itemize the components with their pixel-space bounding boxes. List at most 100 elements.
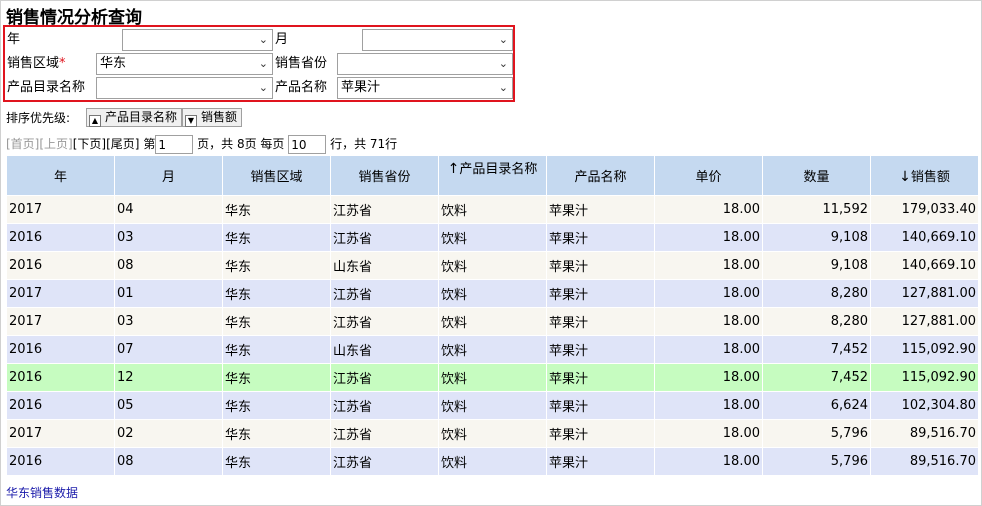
table-row[interactable]: 2016 07 华东 山东省 饮料 苹果汁 18.00 7,452 115,092.90 [6,335,979,364]
region-select-value: 华东 [100,56,127,71]
region-select[interactable]: 华东 ⌄ [96,53,273,75]
column-header-label: 数量 [803,170,830,185]
page-suffix: 页，共 8页 每页 [197,137,285,151]
chevron-down-icon: ⌄ [258,57,268,70]
column-header[interactable]: 销售省份 [330,155,439,196]
column-header-label: 销售区域 [250,170,303,185]
table-cell: 饮料 [438,307,547,336]
table-cell: 2017 [6,279,115,308]
sort-up-icon: ↑ [447,161,460,177]
total-text: 行，共 71行 [330,137,398,151]
column-header[interactable]: 单价 [654,155,763,196]
table-cell: 江苏省 [330,363,439,392]
table-cell: 江苏省 [330,195,439,224]
table-cell: 2016 [6,447,115,476]
column-header-label: 销售额 [910,170,950,185]
province-select[interactable]: ⌄ [337,53,513,75]
chevron-down-icon: ⌄ [258,81,268,94]
first-page-link[interactable]: [首页] [6,137,39,151]
table-row[interactable]: 2017 02 华东 江苏省 饮料 苹果汁 18.00 5,796 89,516.70 [6,419,979,448]
table-cell: 2016 [6,251,115,280]
table-cell: 饮料 [438,223,547,252]
column-header[interactable]: 年 [6,155,115,196]
table-cell: 饮料 [438,251,547,280]
catalog-select[interactable]: ⌄ [96,77,273,99]
table-cell: 7,452 [762,363,871,392]
table-cell: 饮料 [438,391,547,420]
per-page-input[interactable] [288,135,327,154]
prev-page-link[interactable]: [上页] [39,137,72,151]
column-header[interactable]: 月 [114,155,223,196]
table-cell: 2016 [6,223,115,252]
column-header[interactable]: 销售区域 [222,155,331,196]
product-label: 产品名称 [275,80,328,95]
table-cell: 华东 [222,251,331,280]
table-cell: 18.00 [654,419,763,448]
table-cell: 苹果汁 [546,419,655,448]
table-cell: 127,881.00 [870,279,979,308]
region-sales-link[interactable]: 华东销售数据 [6,484,78,501]
month-select[interactable]: ⌄ [362,29,513,51]
table-cell: 华东 [222,307,331,336]
table-cell: 18.00 [654,223,763,252]
table-cell: 05 [114,391,223,420]
table-cell: 饮料 [438,335,547,364]
sort-chip-catalog[interactable]: ▲ 产品目录名称 [86,108,183,127]
table-row[interactable]: 2016 03 华东 江苏省 饮料 苹果汁 18.00 9,108 140,669.10 [6,223,979,252]
table-cell: 华东 [222,223,331,252]
column-header-label: 月 [161,170,175,185]
table-cell: 18.00 [654,447,763,476]
table-cell: 9,108 [762,223,871,252]
pager: [首页][上页][下页][尾页] 第 页，共 8页 每页 行，共 71行 [6,134,397,154]
table-cell: 6,624 [762,391,871,420]
sort-asc-icon: ▲ [89,115,101,127]
table-row[interactable]: 2017 01 华东 江苏省 饮料 苹果汁 18.00 8,280 127,881.00 [6,279,979,308]
table-cell: 苹果汁 [546,307,655,336]
table-cell: 饮料 [438,419,547,448]
table-cell: 苹果汁 [546,447,655,476]
table-cell: 18.00 [654,335,763,364]
product-select[interactable]: 苹果汁 ⌄ [337,77,513,99]
table-cell: 苹果汁 [546,195,655,224]
table-row[interactable]: 2017 04 华东 江苏省 饮料 苹果汁 18.00 11,592 179,033.40 [6,195,979,224]
table-cell: 07 [114,335,223,364]
table-cell: 12 [114,363,223,392]
next-page-link[interactable]: [下页] [73,137,106,151]
region-label: 销售区域* [7,56,66,71]
table-row[interactable]: 2016 05 华东 江苏省 饮料 苹果汁 18.00 6,624 102,304.80 [6,391,979,420]
table-cell: 08 [114,447,223,476]
column-header[interactable]: 产品名称 [546,155,655,196]
table-cell: 华东 [222,195,331,224]
table-cell: 饮料 [438,279,547,308]
column-header[interactable]: 数量 [762,155,871,196]
table-row[interactable]: 2016 12 华东 江苏省 饮料 苹果汁 18.00 7,452 115,092.90 [6,363,979,392]
chevron-down-icon: ⌄ [498,57,508,70]
sort-chip-label: 产品目录名称 [105,110,178,124]
table-cell: 8,280 [762,307,871,336]
month-label: 月 [275,32,289,47]
table-header-row: 年 月 销售区域 销售省份 ↑产品目录名称 产品名称 单价 数量 ↓销售额 [6,155,979,196]
column-header[interactable]: ↑产品目录名称 [438,155,547,196]
chevron-down-icon: ⌄ [498,33,508,46]
table-cell: 江苏省 [330,391,439,420]
column-header[interactable]: ↓销售额 [870,155,979,196]
table-cell: 02 [114,419,223,448]
table-cell: 03 [114,307,223,336]
column-header-label: 销售省份 [358,170,411,185]
table-cell: 115,092.90 [870,335,979,364]
year-select[interactable]: ⌄ [122,29,273,51]
sort-chip-sales[interactable]: ▼ 销售额 [182,108,243,127]
table-cell: 8,280 [762,279,871,308]
table-cell: 山东省 [330,251,439,280]
table-row[interactable]: 2016 08 华东 江苏省 饮料 苹果汁 18.00 5,796 89,516.70 [6,447,979,476]
page-prefix: 第 [143,137,156,151]
table-cell: 03 [114,223,223,252]
product-select-value: 苹果汁 [341,80,381,95]
page-number-input[interactable] [155,135,194,154]
table-cell: 18.00 [654,251,763,280]
table-row[interactable]: 2016 08 华东 山东省 饮料 苹果汁 18.00 9,108 140,669.10 [6,251,979,280]
table-cell: 2017 [6,195,115,224]
table-row[interactable]: 2017 03 华东 江苏省 饮料 苹果汁 18.00 8,280 127,881.00 [6,307,979,336]
filter-panel: 年 ⌄ 月 ⌄ 销售区域* 华东 ⌄ 销售省份 ⌄ 产品目录名称 ⌄ 产品名称 … [3,25,515,102]
last-page-link[interactable]: [尾页] [106,137,139,151]
